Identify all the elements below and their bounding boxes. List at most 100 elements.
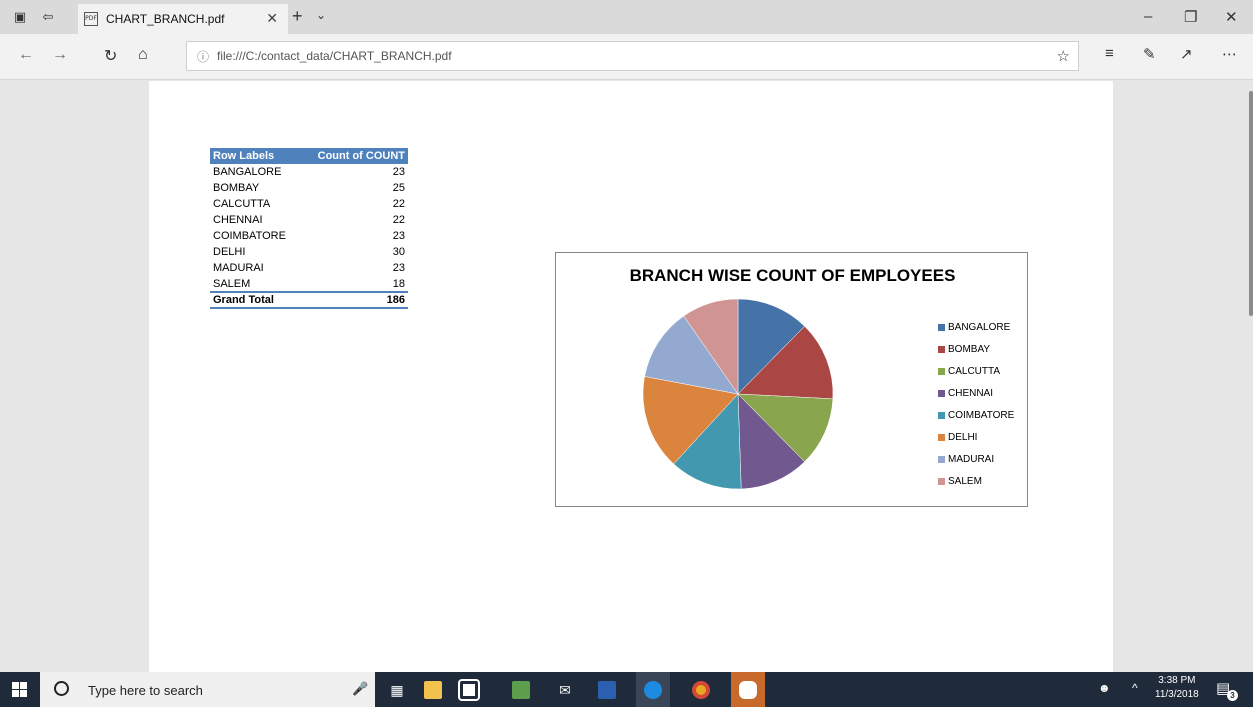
- pivot-header-row-labels: Row Labels: [210, 148, 301, 164]
- legend-swatch: [938, 367, 945, 375]
- legend-label: SALEM: [948, 475, 982, 487]
- chart-title: BRANCH WISE COUNT OF EMPLOYEES: [629, 266, 956, 285]
- windows-start-icon[interactable]: [12, 682, 28, 698]
- favorite-star-icon[interactable]: ☆: [1057, 47, 1070, 65]
- pie-plot-area: [642, 298, 834, 490]
- close-tab-icon[interactable]: ✕: [266, 10, 278, 27]
- new-tab-button[interactable]: +: [292, 6, 303, 27]
- cloud-app-icon[interactable]: [731, 672, 765, 707]
- legend-swatch: [938, 455, 945, 463]
- file-explorer-icon[interactable]: [420, 677, 446, 703]
- pdf-file-icon: PDF: [84, 12, 98, 26]
- legend-swatch: [938, 433, 945, 441]
- notification-badge: 3: [1227, 690, 1238, 701]
- chart-legend: BANGALORE BOMBAY CALCUTTA CHENNAI COIMBATORE…: [938, 316, 1014, 492]
- legend-label: CALCUTTA: [948, 365, 1001, 377]
- legend-item-bombay: BOMBAY: [938, 338, 1014, 360]
- pivot-row-count: 23: [392, 166, 405, 178]
- legend-swatch: [938, 477, 945, 485]
- tab-bar: ▣ ⇦ PDF CHART_BRANCH.pdf ✕ + ⌄ – ❐ ✕: [0, 0, 1253, 34]
- set-aside-tabs-icon[interactable]: ⇦: [40, 9, 56, 25]
- restore-button[interactable]: ❐: [1184, 8, 1197, 26]
- excel-icon[interactable]: [508, 677, 534, 703]
- pivot-row-count: 30: [392, 246, 405, 258]
- pivot-row-label: MADURAI: [213, 262, 264, 274]
- pie-chart: BRANCH WISE COUNT OF EMPLOYEES BANGALORE…: [555, 252, 1028, 507]
- clock-time: 3:38 PM: [1158, 675, 1196, 686]
- address-bar[interactable]: ⓘ file:///C:/contact_data/CHART_BRANCH.p…: [186, 41, 1079, 71]
- pivot-header-row: Row Labels Count of COUNT: [210, 148, 408, 164]
- home-button[interactable]: ⌂: [138, 46, 148, 64]
- url-text[interactable]: file:///C:/contact_data/CHART_BRANCH.pdf: [217, 49, 452, 63]
- pivot-row-count: 18: [392, 277, 405, 290]
- close-window-button[interactable]: ✕: [1225, 8, 1238, 26]
- taskbar-search[interactable]: Type here to search 🎤: [40, 672, 375, 707]
- pivot-row: SALEM 18: [210, 276, 408, 292]
- legend-label: CHENNAI: [948, 387, 994, 399]
- pivot-row-label: DELHI: [213, 246, 246, 258]
- pdf-page: Row Labels Count of COUNT BANGALORE 23 BOM…: [149, 81, 1113, 672]
- pivot-row: MADURAI 23: [210, 260, 408, 276]
- tab-preview-chevron-icon[interactable]: ⌄: [316, 8, 326, 22]
- legend-item-calcutta: CALCUTTA: [938, 360, 1014, 382]
- word-icon[interactable]: [594, 677, 620, 703]
- pivot-row-label: BANGALORE: [213, 166, 282, 178]
- task-view-icon[interactable]: ▦: [384, 677, 410, 703]
- legend-label: COIMBATORE: [948, 409, 1015, 421]
- pivot-row: BOMBAY 25: [210, 180, 408, 196]
- legend-item-delhi: DELHI: [938, 426, 1014, 448]
- cortana-icon: [54, 681, 69, 696]
- system-clock[interactable]: 3:38 PM 11/3/2018: [1155, 674, 1199, 702]
- legend-item-chennai: CHENNAI: [938, 382, 1014, 404]
- info-icon[interactable]: ⓘ: [197, 48, 209, 65]
- favorites-hub-icon[interactable]: ≡: [1105, 45, 1114, 62]
- pivot-row-label: CALCUTTA: [213, 198, 271, 210]
- pivot-row: CALCUTTA 22: [210, 196, 408, 212]
- legend-item-madurai: MADURAI: [938, 448, 1014, 470]
- grand-total-count: 186: [300, 291, 408, 309]
- tab-title: CHART_BRANCH.pdf: [106, 12, 225, 26]
- more-icon[interactable]: ⋯: [1222, 45, 1237, 63]
- show-hidden-icons-chevron[interactable]: ^: [1132, 681, 1138, 695]
- legend-swatch: [938, 323, 945, 331]
- refresh-button[interactable]: ↻: [104, 46, 117, 66]
- pivot-row-count: 22: [392, 214, 405, 226]
- pen-icon[interactable]: ✎: [1143, 45, 1156, 63]
- forward-button[interactable]: →: [52, 46, 68, 64]
- pivot-row-count: 25: [392, 182, 405, 194]
- microphone-icon[interactable]: 🎤: [352, 681, 368, 697]
- tab-groups-icon[interactable]: ▣: [12, 9, 28, 25]
- pivot-row-count: 23: [392, 230, 405, 242]
- pivot-row-label: COIMBATORE: [213, 230, 286, 242]
- chrome-icon[interactable]: [688, 677, 714, 703]
- pivot-grand-total-row: Grand Total 186: [210, 291, 408, 309]
- legend-label: BANGALORE: [948, 321, 1011, 333]
- legend-swatch: [938, 345, 945, 353]
- legend-item-bangalore: BANGALORE: [938, 316, 1014, 338]
- address-toolbar: ← → ↻ ⌂ ⓘ file:///C:/contact_data/CHART_…: [0, 34, 1253, 80]
- mail-icon[interactable]: ✉: [552, 677, 578, 703]
- vertical-scrollbar[interactable]: [1249, 91, 1253, 316]
- pivot-row: BANGALORE 23: [210, 164, 408, 180]
- pivot-table: Row Labels Count of COUNT BANGALORE 23 BOM…: [210, 148, 408, 309]
- share-icon[interactable]: ↗: [1180, 45, 1193, 63]
- back-button[interactable]: ←: [18, 46, 34, 64]
- search-placeholder: Type here to search: [88, 683, 203, 698]
- legend-item-coimbatore: COIMBATORE: [938, 404, 1014, 426]
- minimize-button[interactable]: –: [1144, 8, 1152, 25]
- action-center-icon[interactable]: ▤ 3: [1216, 679, 1238, 701]
- legend-label: MADURAI: [948, 453, 995, 465]
- pivot-row: COIMBATORE 23: [210, 228, 408, 244]
- pivot-header-count: Count of COUNT: [300, 148, 408, 164]
- grand-total-label: Grand Total: [210, 291, 301, 309]
- legend-label: DELHI: [948, 431, 978, 443]
- people-icon[interactable]: ☻: [1098, 681, 1111, 695]
- tab-chart-branch[interactable]: PDF CHART_BRANCH.pdf ✕: [78, 4, 288, 34]
- edge-icon[interactable]: [636, 672, 670, 707]
- pivot-row: DELHI 30: [210, 244, 408, 260]
- pivot-row-count: 23: [392, 262, 405, 274]
- legend-swatch: [938, 389, 945, 397]
- store-icon[interactable]: [456, 677, 482, 703]
- pivot-row-label: BOMBAY: [213, 182, 260, 194]
- legend-swatch: [938, 411, 945, 419]
